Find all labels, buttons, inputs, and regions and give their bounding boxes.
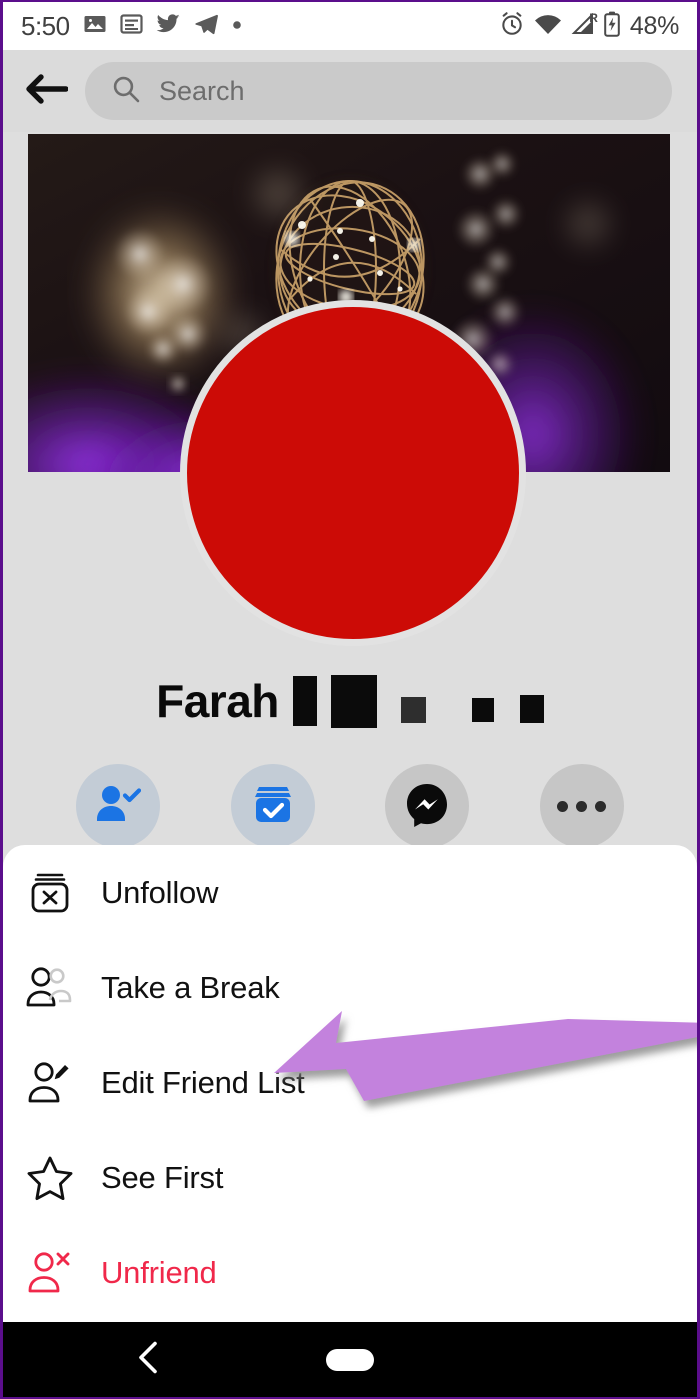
avatar[interactable] (180, 300, 526, 646)
menu-item-see-first[interactable]: See First (3, 1130, 697, 1225)
roaming-indicator: R (589, 10, 598, 25)
search-input[interactable]: Search (85, 62, 672, 120)
signal-icon: R (571, 10, 598, 40)
redaction-block (330, 674, 377, 728)
menu-item-label: Edit Friend List (101, 1064, 305, 1100)
battery-percentage: 48% (629, 11, 679, 40)
search-placeholder-text: Search (159, 75, 245, 106)
unfollow-box-x-icon (19, 868, 81, 918)
nav-back-chevron-icon[interactable] (136, 1340, 162, 1379)
nav-home-pill-icon[interactable] (326, 1348, 374, 1371)
redaction-block (292, 676, 317, 726)
twitter-icon (156, 12, 181, 41)
menu-item-label: Unfriend (101, 1254, 217, 1290)
menu-item-label: Unfollow (101, 874, 219, 910)
person-check-icon (95, 783, 142, 830)
menu-item-unfriend[interactable]: Unfriend (3, 1225, 697, 1320)
two-people-icon (19, 964, 81, 1012)
wifi-icon (534, 13, 562, 40)
more-dots-icon (557, 800, 607, 812)
back-button[interactable] (11, 72, 81, 111)
redaction-block (519, 695, 544, 723)
message-button[interactable] (385, 764, 470, 848)
page-title: Farah (156, 675, 279, 727)
menu-item-take-a-break[interactable]: Take a Break (3, 940, 697, 1035)
back-arrow-icon (24, 72, 69, 111)
photos-icon (83, 12, 107, 41)
battery-charging-icon (604, 11, 620, 42)
status-clock: 5:50 (21, 10, 70, 41)
options-bottom-sheet: Unfollow Take a Break Edit Friend List S… (3, 845, 697, 1322)
menu-item-unfollow[interactable]: Unfollow (3, 845, 697, 940)
top-navigation-bar: Search (3, 50, 697, 132)
more-options-button[interactable] (539, 764, 624, 848)
status-bar-right: R 48% (499, 11, 679, 42)
person-x-icon (19, 1249, 81, 1297)
star-outline-icon (19, 1154, 81, 1202)
menu-item-edit-friend-list[interactable]: Edit Friend List (3, 1035, 697, 1130)
following-button[interactable] (230, 764, 315, 848)
person-pencil-icon (19, 1059, 81, 1107)
status-bar-left: 5:50 (21, 11, 242, 42)
redaction-block (471, 698, 494, 722)
alarm-icon (499, 11, 525, 42)
system-navigation-bar (3, 1322, 697, 1397)
redaction-block (400, 697, 426, 723)
status-bar: 5:50 R 48% (3, 2, 697, 50)
messenger-icon (404, 781, 450, 832)
search-icon (111, 74, 141, 109)
dot-icon (232, 17, 242, 35)
friends-button[interactable] (76, 764, 161, 848)
following-box-check-icon (251, 782, 295, 831)
news-icon (120, 12, 143, 41)
profile-action-buttons (3, 764, 697, 848)
phone-screenshot: 5:50 R 48% Search Farah Unfollow Take a … (0, 0, 700, 1399)
menu-item-label: Take a Break (101, 969, 280, 1005)
menu-item-label: See First (101, 1159, 224, 1195)
profile-name-row: Farah (3, 670, 697, 732)
telegram-icon (194, 12, 219, 41)
